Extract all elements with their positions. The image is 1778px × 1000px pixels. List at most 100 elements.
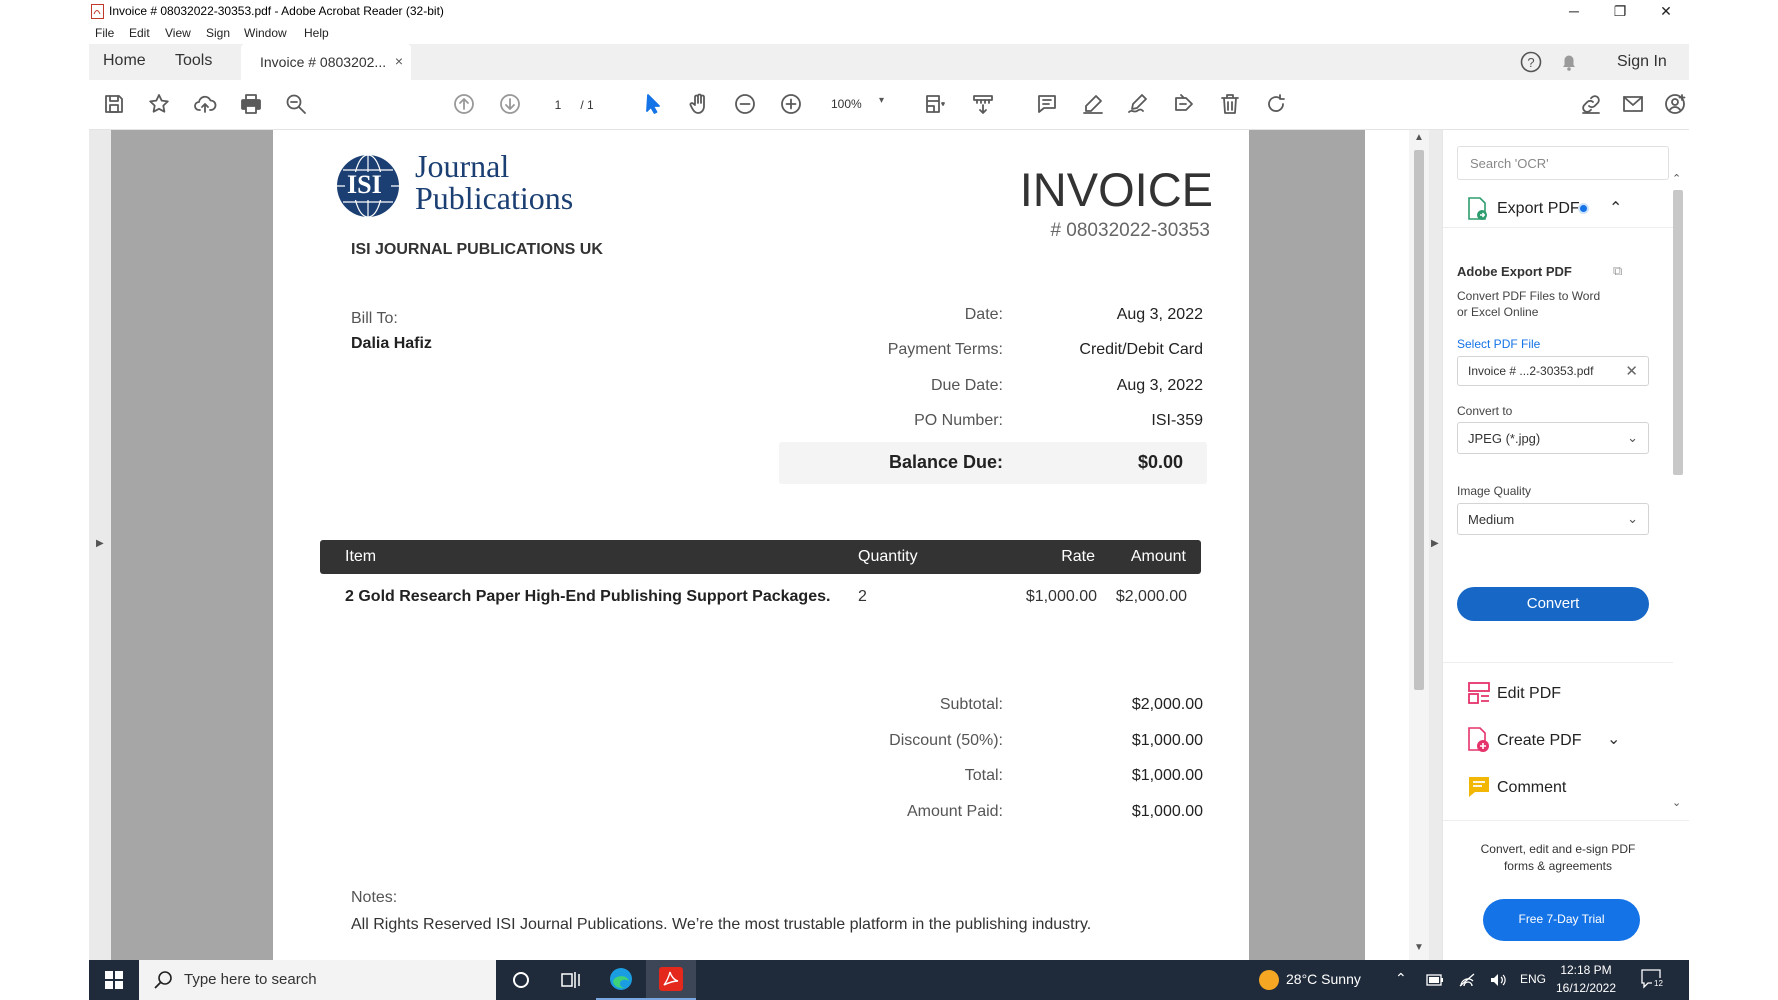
battery-icon[interactable] (1426, 973, 1444, 987)
sign-in-link[interactable]: Sign In (1617, 53, 1667, 71)
menu-help[interactable]: Help (304, 26, 329, 40)
email-icon[interactable] (1619, 90, 1647, 118)
zoom-out-icon[interactable] (731, 90, 759, 118)
menu-view[interactable]: View (165, 26, 191, 40)
panel-scroll-down-icon[interactable]: ⌄ (1672, 796, 1681, 809)
isi-logo: ISI (331, 152, 406, 220)
remove-file-icon[interactable]: ✕ (1625, 362, 1638, 380)
close-window-button[interactable]: ✕ (1643, 0, 1689, 24)
selected-file-field[interactable]: Invoice # ...2-30353.pdf ✕ (1457, 356, 1649, 386)
convert-button[interactable]: Convert (1457, 587, 1649, 621)
payment-terms-label: Payment Terms: (887, 341, 1003, 358)
notification-center-icon[interactable]: 12 (1641, 969, 1665, 989)
edge-browser-icon[interactable] (596, 960, 646, 1000)
previous-page-icon[interactable] (450, 90, 478, 118)
vertical-scrollbar[interactable]: ▲ ▼ (1409, 130, 1429, 960)
tab-tools[interactable]: Tools (175, 52, 212, 70)
chevron-down-icon: ▾ (879, 95, 885, 106)
tool-create-pdf[interactable]: Create PDF ⌄ (1443, 722, 1673, 758)
zoom-level-dropdown[interactable]: 100% ▾ (831, 94, 889, 116)
draw-sign-icon[interactable] (1124, 90, 1152, 118)
adobe-export-title: Adobe Export PDF (1457, 264, 1572, 279)
clock-time[interactable]: 12:18 PM (1551, 963, 1621, 977)
highlight-pen-icon[interactable] (1079, 90, 1107, 118)
zoom-in-icon[interactable] (777, 90, 805, 118)
free-trial-button[interactable]: Free 7-Day Trial (1483, 899, 1640, 941)
windows-start-icon[interactable] (89, 960, 139, 1000)
tool-search-input[interactable]: Search 'OCR' (1457, 146, 1669, 180)
item-quantity: 2 (858, 588, 867, 605)
close-tab-icon[interactable]: × (395, 53, 403, 69)
right-panel-toggle-strip: ▶ (1429, 130, 1442, 960)
zoom-search-icon[interactable] (282, 90, 310, 118)
expand-left-panel-icon[interactable]: ▶ (96, 538, 104, 549)
item-description: 2 Gold Research Paper High-End Publishin… (345, 588, 831, 605)
stamp-tag-icon[interactable] (1170, 90, 1198, 118)
delete-trash-icon[interactable] (1216, 90, 1244, 118)
notifications-bell-icon[interactable] (1557, 50, 1581, 74)
panel-scrollbar-thumb[interactable] (1673, 190, 1683, 475)
minimize-button[interactable]: ─ (1551, 0, 1597, 24)
tab-document[interactable]: Invoice # 0803202... × (241, 44, 411, 80)
chevron-down-icon[interactable]: ⌄ (1607, 729, 1620, 749)
menu-edit[interactable]: Edit (129, 26, 150, 40)
invoice-number: # 08032022-30353 (1050, 220, 1210, 241)
cortana-icon[interactable] (496, 960, 546, 1000)
save-icon[interactable] (100, 90, 128, 118)
task-view-icon[interactable] (546, 960, 596, 1000)
collapse-right-panel-icon[interactable]: ▶ (1431, 538, 1439, 549)
chevron-up-icon[interactable]: ⌃ (1609, 198, 1622, 218)
convert-to-dropdown[interactable]: JPEG (*.jpg) ⌄ (1457, 422, 1649, 454)
copy-icon[interactable]: ⧉ (1613, 263, 1622, 279)
panel-scroll-up-icon[interactable]: ⌃ (1672, 172, 1681, 185)
scroll-up-icon[interactable]: ▲ (1414, 132, 1424, 143)
weather-sun-icon[interactable] (1259, 970, 1279, 990)
print-icon[interactable] (237, 90, 265, 118)
export-pdf-header[interactable]: Export PDF ⌃ (1443, 188, 1673, 228)
panel-scrollbar[interactable]: ⌃ ⌄ (1670, 172, 1686, 812)
left-panel-collapsed: ▶ (89, 130, 111, 960)
date-label: Date: (964, 306, 1003, 323)
page-number-input[interactable]: 1 (543, 94, 573, 116)
restore-button[interactable]: ❐ (1597, 0, 1643, 24)
select-pointer-icon[interactable] (639, 90, 667, 118)
scrollbar-thumb[interactable] (1414, 150, 1424, 690)
volume-icon[interactable] (1489, 972, 1507, 988)
upload-cloud-icon[interactable] (191, 90, 219, 118)
tool-edit-pdf[interactable]: Edit PDF (1443, 675, 1673, 711)
menu-file[interactable]: File (95, 26, 114, 40)
next-page-icon[interactable] (496, 90, 524, 118)
taskbar-search-box[interactable]: Type here to search (139, 960, 496, 1000)
acrobat-taskbar-icon[interactable] (646, 960, 696, 1000)
hand-tool-icon[interactable] (685, 90, 713, 118)
rotate-icon[interactable] (1262, 90, 1290, 118)
clock-date[interactable]: 16/12/2022 (1551, 981, 1621, 995)
weather-text[interactable]: 28°C Sunny (1286, 971, 1361, 987)
bookmark-star-icon[interactable] (145, 90, 173, 118)
menu-window[interactable]: Window (244, 26, 287, 40)
add-user-icon[interactable] (1661, 90, 1689, 118)
column-rate: Rate (1061, 548, 1095, 565)
tab-home[interactable]: Home (103, 52, 146, 70)
tool-comment[interactable]: Comment (1443, 769, 1673, 805)
scroll-mode-icon[interactable] (969, 90, 997, 118)
language-indicator[interactable]: ENG (1520, 972, 1546, 986)
page-display-icon[interactable] (921, 90, 949, 118)
selected-file-name: Invoice # ...2-30353.pdf (1468, 364, 1594, 378)
scroll-down-icon[interactable]: ▼ (1414, 942, 1424, 953)
select-pdf-file-link[interactable]: Select PDF File (1457, 337, 1540, 351)
invoice-heading: INVOICE (1019, 163, 1213, 216)
toolbar: 1 / 1 100% ▾ (89, 80, 1689, 130)
comment-icon[interactable] (1033, 90, 1061, 118)
amount-paid-value: $1,000.00 (1131, 803, 1203, 820)
image-quality-dropdown[interactable]: Medium ⌄ (1457, 503, 1649, 535)
share-link-icon[interactable] (1577, 90, 1605, 118)
due-date-value: Aug 3, 2022 (1116, 377, 1203, 394)
svg-text:?: ? (1527, 55, 1534, 70)
help-icon[interactable]: ? (1519, 50, 1543, 74)
menu-sign[interactable]: Sign (206, 26, 230, 40)
wifi-icon[interactable] (1458, 972, 1476, 988)
balance-due-label: Balance Due: (888, 452, 1003, 472)
windows-taskbar: Type here to search 28°C Sunny ⌃ ENG 12:… (89, 960, 1689, 1000)
show-hidden-icons-icon[interactable]: ⌃ (1395, 970, 1407, 987)
